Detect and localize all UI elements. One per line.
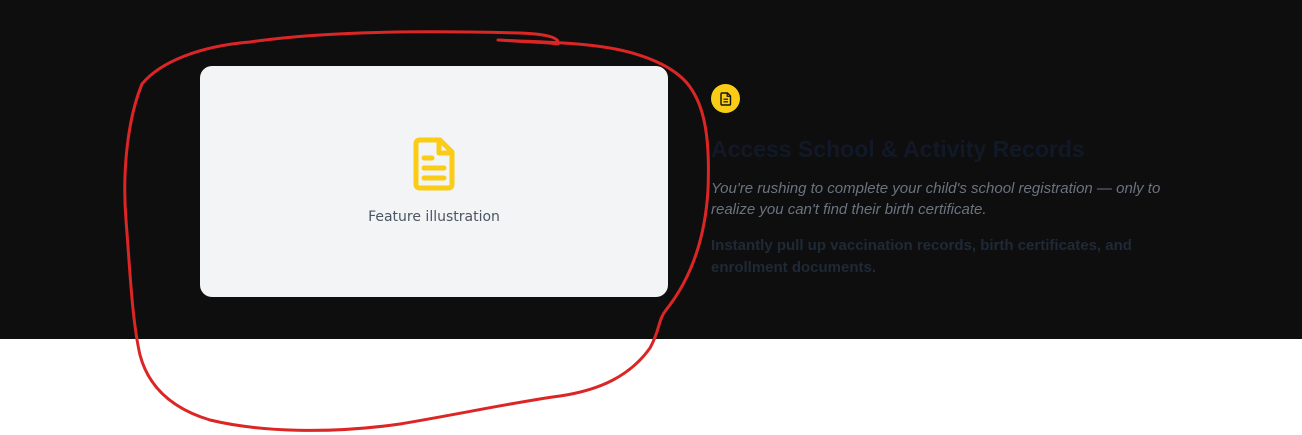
feature-illustration-card: Feature illustration (200, 66, 668, 297)
document-icon (413, 137, 455, 191)
feature-icon-badge (711, 84, 740, 113)
document-icon (719, 91, 731, 106)
feature-description-text: Instantly pull up vaccination records, b… (711, 237, 1132, 276)
feature-section: Feature illustration Access School & Act… (0, 0, 1302, 339)
feature-scenario-text: You're rushing to complete your child's … (711, 180, 1161, 218)
illustration-caption: Feature illustration (368, 209, 500, 225)
feature-title: Access School & Activity Records (711, 136, 1085, 162)
